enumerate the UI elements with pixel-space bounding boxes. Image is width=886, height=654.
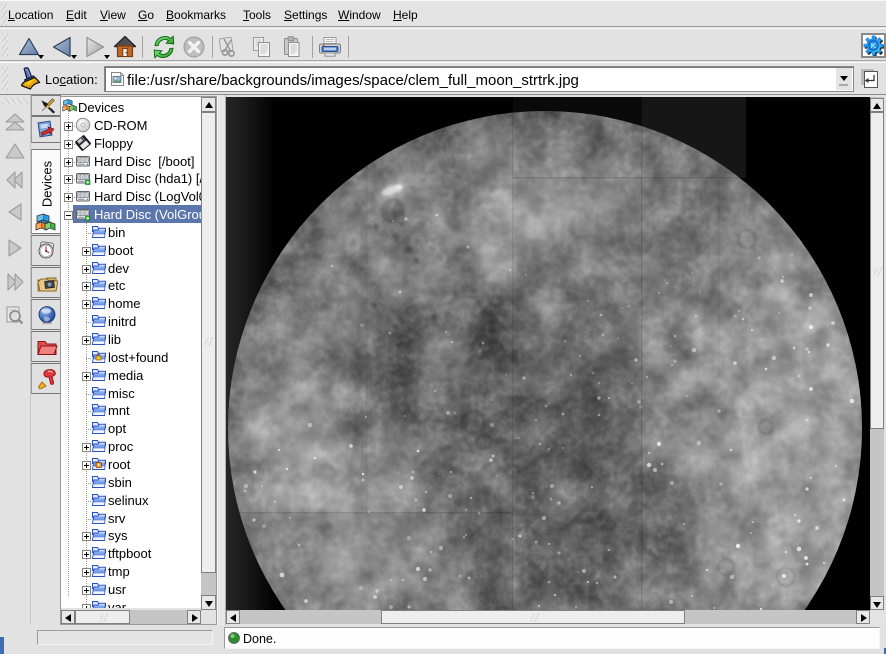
svg-text:K: K — [871, 41, 877, 50]
